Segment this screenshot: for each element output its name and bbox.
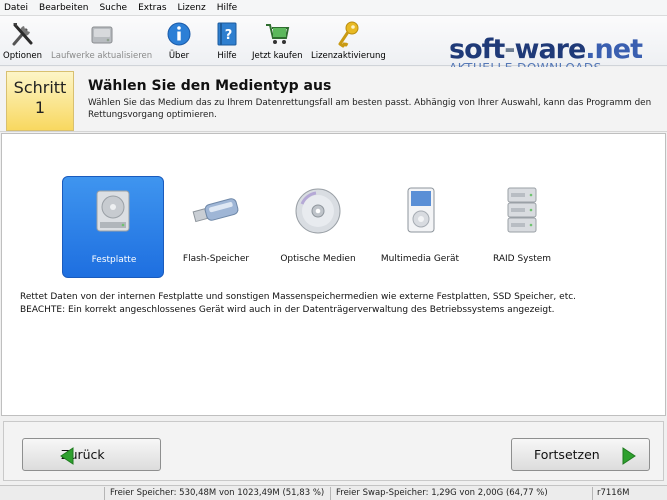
usb-flash-icon bbox=[192, 198, 239, 223]
hard-drive-icon bbox=[96, 190, 130, 232]
step-header: Schritt 1 Wählen Sie den Medientyp aus W… bbox=[0, 67, 667, 132]
license-activation-label: Lizenzaktivierung bbox=[311, 51, 386, 61]
back-button[interactable]: Zurück bbox=[22, 438, 161, 471]
key-icon bbox=[338, 21, 359, 48]
media-option-raid[interactable]: RAID System bbox=[471, 176, 573, 278]
media-info-text: Rettet Daten von der internen Festplatte… bbox=[20, 291, 660, 317]
help-book-icon: ? bbox=[217, 22, 237, 46]
shopping-cart-icon bbox=[266, 24, 290, 44]
info-line-1: Rettet Daten von der internen Festplatte… bbox=[20, 292, 577, 302]
options-button[interactable]: Optionen bbox=[3, 20, 42, 61]
media-label-raid: RAID System bbox=[492, 254, 552, 264]
arrow-left-icon bbox=[60, 447, 74, 465]
toolbar: Optionen Laufwerke aktualisieren Über ? … bbox=[0, 16, 667, 75]
status-bar: Freier Speicher: 530,48M von 1023,49M (5… bbox=[0, 485, 667, 500]
options-label: Optionen bbox=[3, 51, 42, 61]
media-option-hdd[interactable]: Festplatte bbox=[62, 176, 164, 278]
drive-refresh-icon bbox=[91, 26, 113, 44]
media-option-optical[interactable]: Optische Medien bbox=[267, 176, 369, 278]
menu-suche[interactable]: Suche bbox=[99, 3, 127, 13]
help-label: Hilfe bbox=[217, 51, 237, 61]
info-line-2: BEACHTE: Ein korrekt angeschlossenes Ger… bbox=[20, 305, 555, 315]
about-label: Über bbox=[168, 51, 190, 61]
continue-button-label: Fortsetzen bbox=[534, 447, 600, 462]
continue-button[interactable]: Fortsetzen bbox=[511, 438, 650, 471]
media-selection-panel: Festplatte Flash-Speicher Optische Medie… bbox=[1, 133, 666, 416]
optical-disc-icon bbox=[295, 188, 341, 234]
step-indicator: Schritt 1 bbox=[6, 71, 74, 131]
buy-now-button[interactable]: Jetzt kaufen bbox=[252, 20, 303, 61]
media-player-icon bbox=[407, 187, 435, 233]
menu-lizenz[interactable]: Lizenz bbox=[178, 3, 206, 13]
buy-now-label: Jetzt kaufen bbox=[252, 51, 303, 61]
media-option-flash[interactable]: Flash-Speicher bbox=[165, 176, 267, 278]
arrow-right-icon bbox=[622, 447, 636, 465]
status-separator bbox=[330, 487, 331, 500]
about-button[interactable]: Über bbox=[166, 20, 192, 61]
step-title: Wählen Sie den Medientyp aus bbox=[88, 78, 332, 94]
navigation-bar: Zurück Fortsetzen bbox=[0, 417, 667, 485]
raid-system-icon bbox=[507, 187, 537, 233]
step-number: 1 bbox=[34, 98, 46, 117]
status-separator bbox=[104, 487, 105, 500]
step-description: Wählen Sie das Medium das zu Ihrem Daten… bbox=[88, 98, 652, 120]
status-free-swap: Freier Swap-Speicher: 1,29G von 2,00G (6… bbox=[336, 488, 548, 498]
media-option-multimedia[interactable]: Multimedia Gerät bbox=[369, 176, 471, 278]
status-free-memory: Freier Speicher: 530,48M von 1023,49M (5… bbox=[110, 488, 325, 498]
status-version: r7116M bbox=[597, 488, 630, 498]
step-label: Schritt bbox=[13, 78, 67, 97]
menu-bearbeiten[interactable]: Bearbeiten bbox=[39, 3, 88, 13]
refresh-drives-label: Laufwerke aktualisieren bbox=[51, 51, 153, 61]
svg-text:?: ? bbox=[225, 28, 233, 43]
menu-hilfe[interactable]: Hilfe bbox=[217, 3, 237, 13]
license-activation-button[interactable]: Lizenzaktivierung bbox=[311, 20, 386, 61]
status-separator bbox=[592, 487, 593, 500]
menu-datei[interactable]: Datei bbox=[4, 3, 28, 13]
help-button[interactable]: ? Hilfe bbox=[214, 20, 240, 61]
menu-extras[interactable]: Extras bbox=[138, 3, 166, 13]
refresh-drives-button[interactable]: Laufwerke aktualisieren bbox=[51, 20, 152, 61]
info-icon bbox=[167, 22, 191, 46]
tools-icon bbox=[12, 23, 32, 46]
navigation-frame: Zurück Fortsetzen bbox=[3, 421, 664, 481]
menu-bar: Datei Bearbeiten Suche Extras Lizenz Hil… bbox=[0, 0, 667, 16]
